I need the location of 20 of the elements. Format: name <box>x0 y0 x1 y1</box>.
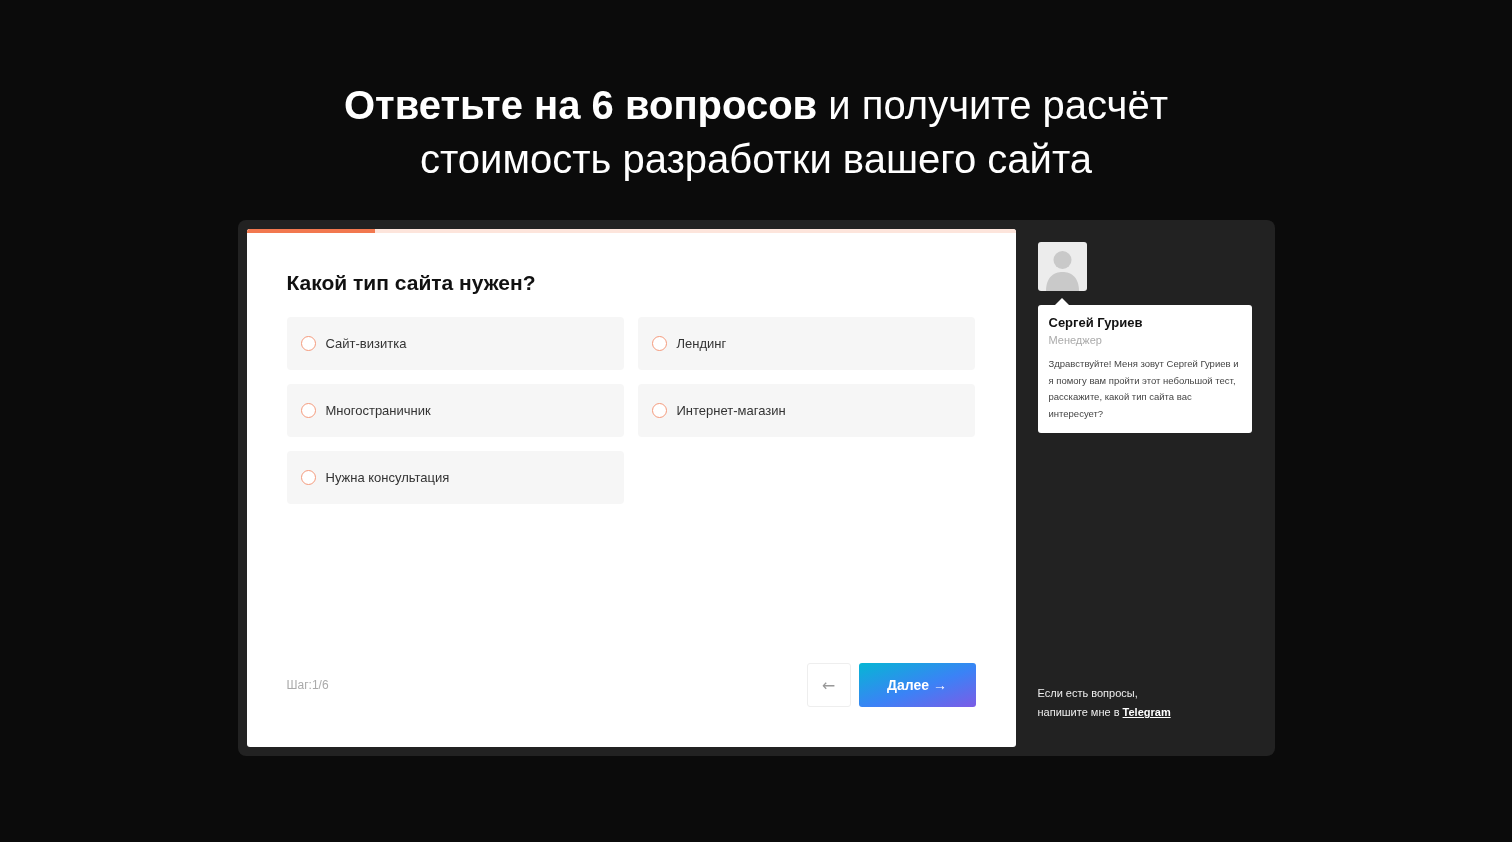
contact-note: Если есть вопросы, напишите мне в Telegram <box>1037 686 1172 720</box>
telegram-link[interactable]: Telegram <box>1122 706 1171 718</box>
answer-option[interactable]: Сайт-визитка <box>286 317 624 370</box>
manager-name: Сергей Гуриев <box>1048 315 1144 330</box>
answer-option[interactable]: Нужна консультация <box>286 451 624 504</box>
answer-option[interactable]: Лендинг <box>637 317 975 370</box>
page-heading: Ответьте на 6 вопросов и получите расчёт стоимость разработки вашего сайта <box>342 82 1170 183</box>
step-counter: Шаг:1/6 <box>286 678 329 692</box>
next-button[interactable]: Далее → <box>858 663 976 707</box>
radio-icon <box>651 403 667 418</box>
avatar-icon <box>1037 242 1087 291</box>
radio-icon <box>651 336 667 351</box>
radio-icon <box>300 403 316 418</box>
manager-role: Менеджер <box>1048 334 1103 346</box>
question-title: Какой тип сайта нужен? <box>286 271 537 295</box>
answer-option[interactable]: Многостраничник <box>286 384 624 437</box>
radio-icon <box>300 470 316 485</box>
manager-message: Здравствуйте! Меня зовут Сергей Гуриев и я помогу вам пройти этот небольшой тест, расскажите, какой тип сайта вас интересует? <box>1048 357 1240 421</box>
answer-option[interactable]: Интернет-магазин <box>637 384 975 437</box>
radio-icon <box>300 336 316 351</box>
